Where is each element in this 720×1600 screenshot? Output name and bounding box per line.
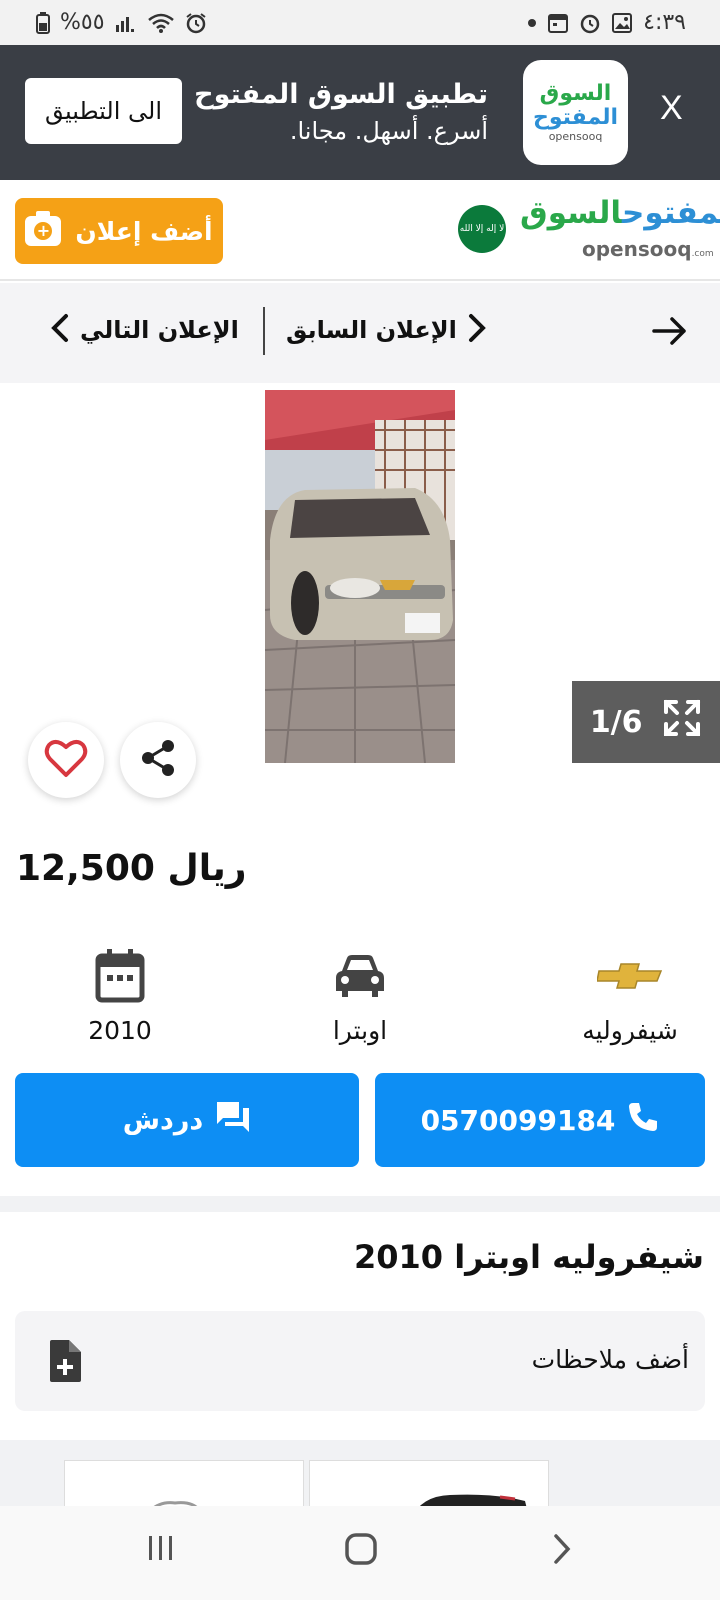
next-ad-link[interactable]: الإعلان التالي: [50, 313, 239, 346]
chevron-right-icon: [467, 313, 487, 346]
brand-ar-blue: المفتوح: [621, 195, 720, 231]
car-icon: [334, 948, 386, 1004]
spec-model: اوبترا: [260, 948, 460, 1048]
price-value: 12,500: [16, 848, 155, 889]
chat-button[interactable]: دردش: [15, 1073, 359, 1167]
heart-icon: [43, 737, 89, 783]
brand-en-suffix: .com: [691, 249, 714, 259]
ad-title: شيفروليه اوبترا 2010: [354, 1238, 704, 1276]
add-notes-label: أضف ملاحظات: [531, 1345, 689, 1374]
call-button[interactable]: 0570099184: [375, 1073, 705, 1167]
price-currency: ريال: [167, 848, 247, 889]
app-logo-line3: opensooq: [548, 130, 603, 143]
alarm-icon: [185, 12, 207, 34]
note-add-icon: [47, 1339, 83, 1387]
brand-english: opensooq.com: [582, 237, 714, 261]
car-photo[interactable]: [265, 390, 455, 763]
alarm-icon: [579, 12, 601, 34]
brand-ar-green: السوق: [520, 195, 622, 231]
post-ad-label: أضف إعلان: [75, 216, 213, 246]
banner-title: تطبيق السوق المفتوح: [194, 79, 488, 110]
spec-make-label: شيفروليه: [582, 1016, 678, 1045]
fullscreen-counter-button[interactable]: 1/6: [572, 681, 720, 763]
site-header: أضف إعلان + لا إله إلا الله المفتوحالسوق…: [0, 181, 720, 281]
share-icon: [138, 738, 178, 782]
wifi-icon: [147, 12, 175, 34]
flag-text: لا إله إلا الله: [459, 224, 505, 234]
chevron-left-icon: [50, 313, 70, 346]
fullscreen-icon: [662, 698, 702, 746]
app-logo: السوق المفتوح opensooq: [523, 60, 628, 165]
spec-year-label: 2010: [88, 1016, 152, 1045]
app-install-banner: الى التطبيق تطبيق السوق المفتوح أسرع. أس…: [0, 45, 720, 180]
signal-icon: [115, 13, 137, 33]
next-ad-label: الإعلان التالي: [80, 315, 239, 344]
system-navigation-bar: [0, 1506, 720, 1600]
calendar-icon: [547, 12, 569, 34]
status-left: %٥٥: [36, 10, 207, 35]
previous-ad-link[interactable]: الإعلان السابق: [286, 313, 487, 346]
add-notes-row[interactable]: أضف ملاحظات: [15, 1311, 705, 1411]
post-ad-button[interactable]: أضف إعلان +: [15, 198, 223, 264]
camera-plus-icon: +: [25, 211, 62, 246]
recent-apps-icon[interactable]: [146, 1532, 176, 1568]
banner-subtitle: أسرع. أسهل. مجانا.: [289, 117, 488, 145]
phone-icon: [627, 1101, 659, 1140]
battery-percent: %٥٥: [60, 10, 105, 35]
site-logo[interactable]: لا إله إلا الله المفتوحالسوق opensooq.co…: [458, 195, 720, 265]
brand-en-name: opensooq: [582, 237, 692, 261]
price: ريال 12,500: [16, 848, 246, 889]
ad-navigation-bar: الإعلان السابق الإعلان التالي: [0, 283, 720, 383]
spec-year: 2010: [20, 948, 220, 1048]
brand-arabic: المفتوحالسوق: [520, 195, 720, 231]
image-counter: 1/6: [589, 704, 643, 740]
saudi-flag-icon: لا إله إلا الله: [458, 205, 506, 253]
home-icon[interactable]: [344, 1532, 378, 1570]
gallery-next-arrow-icon[interactable]: [648, 535, 678, 565]
spec-make: شيفروليه: [530, 948, 720, 1048]
chat-bubbles-icon: [215, 1100, 251, 1141]
app-logo-line1: السوق: [539, 81, 612, 106]
previous-ad-label: الإعلان السابق: [286, 315, 457, 344]
status-right: ٤:٣٩: [527, 10, 686, 35]
app-logo-line2: المفتوح: [532, 105, 618, 130]
chat-label: دردش: [122, 1104, 204, 1136]
nav-divider: [263, 307, 265, 355]
dot-icon: [527, 18, 537, 28]
favorite-button[interactable]: [28, 722, 104, 798]
back-arrow-icon[interactable]: [650, 311, 690, 361]
close-banner-button[interactable]: X: [660, 89, 683, 128]
gallery-prev-arrow-icon[interactable]: [48, 535, 78, 565]
gallery-icon: [611, 12, 633, 34]
calendar-icon: [95, 948, 145, 1004]
chevrolet-logo-icon: [597, 948, 663, 1004]
clock: ٤:٣٩: [643, 10, 686, 35]
section-divider: [0, 1196, 720, 1212]
open-app-button[interactable]: الى التطبيق: [25, 78, 182, 144]
share-button[interactable]: [120, 722, 196, 798]
battery-icon: [36, 11, 50, 34]
phone-number: 0570099184: [420, 1103, 616, 1137]
image-gallery: 1/6: [0, 385, 720, 815]
related-ads-strip: [0, 1440, 720, 1520]
status-bar: %٥٥ ٤:٣٩: [0, 0, 720, 45]
spec-model-label: اوبترا: [332, 1016, 388, 1045]
back-icon[interactable]: [550, 1532, 574, 1570]
